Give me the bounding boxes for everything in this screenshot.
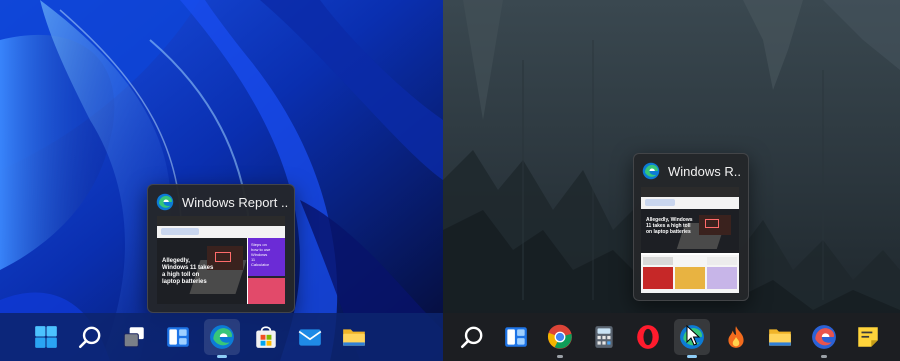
sticky-notes-button[interactable] — [850, 319, 886, 355]
edge-icon — [642, 162, 660, 180]
edge-beta-button[interactable] — [806, 319, 842, 358]
chrome-icon — [547, 324, 572, 349]
file-explorer-button[interactable] — [336, 319, 372, 355]
running-indicator — [821, 355, 827, 358]
widgets-button[interactable] — [498, 319, 534, 355]
file-explorer-button[interactable] — [762, 319, 798, 355]
edge-icon — [210, 325, 234, 349]
edge-icon — [156, 193, 174, 211]
hero-image: Allegedly, Windows 11 takes a high toll … — [157, 238, 247, 304]
site-logo — [645, 199, 675, 206]
hero-headline: Allegedly, Windows 11 takes a high toll … — [646, 217, 693, 235]
widgets-icon — [167, 327, 189, 347]
hero-headline: Allegedly, Windows 11 takes a high toll … — [162, 258, 214, 285]
right-desktop: Windows R... Allegedly, Windows 11 takes… — [443, 0, 900, 361]
site-logo — [161, 228, 199, 235]
sticky-notes-icon — [858, 327, 878, 347]
related-articles — [641, 255, 739, 293]
microsoft-store-button[interactable] — [248, 319, 284, 355]
task-view-icon — [123, 327, 144, 348]
widgets-icon — [505, 327, 527, 347]
calculator-icon — [595, 326, 613, 348]
edge-window-thumbnail[interactable]: Windows R... Allegedly, Windows 11 takes… — [633, 153, 749, 301]
running-indicator — [217, 355, 227, 358]
opera-button[interactable] — [630, 319, 666, 355]
search-button[interactable] — [454, 319, 490, 355]
edge-taskbar-button[interactable] — [204, 319, 240, 358]
thumbnail-header: Windows R... — [642, 160, 742, 182]
microsoft-store-icon — [256, 326, 276, 348]
hero-image: Allegedly, Windows 11 takes a high toll … — [641, 209, 739, 253]
widgets-button[interactable] — [160, 319, 196, 355]
app-flame-icon — [728, 326, 744, 348]
running-indicator — [557, 355, 563, 358]
side-article: Steps on how to use Windows 11 Calculato… — [248, 238, 285, 304]
chrome-button[interactable] — [542, 319, 578, 358]
edge-beta-icon — [812, 325, 836, 349]
search-button[interactable] — [72, 319, 108, 355]
thumbnail-title: Windows Report ... — [182, 194, 288, 210]
site-header — [157, 226, 285, 238]
browser-tab-bar — [641, 187, 739, 197]
browser-tab-bar — [157, 216, 285, 226]
thumbnail-header: Windows Report ... — [156, 191, 288, 213]
taskbar — [0, 313, 443, 361]
page-preview: Allegedly, Windows 11 takes a high toll … — [157, 216, 285, 304]
mail-icon — [298, 329, 322, 346]
calculator-button[interactable] — [586, 319, 622, 355]
left-desktop: Windows Report ... Allegedly, Windows 11… — [0, 0, 443, 361]
search-icon — [78, 326, 101, 349]
flame-app-button[interactable] — [718, 319, 754, 355]
mouse-cursor — [686, 325, 700, 346]
file-explorer-icon — [769, 329, 791, 346]
side-article-text: Steps on how to use Windows 11 Calculato… — [251, 242, 271, 267]
opera-icon — [637, 325, 659, 349]
site-header — [641, 197, 739, 209]
file-explorer-icon — [343, 329, 365, 346]
task-view-button[interactable] — [116, 319, 152, 355]
search-icon — [460, 326, 483, 349]
start-button[interactable] — [28, 319, 64, 355]
page-preview: Allegedly, Windows 11 takes a high toll … — [641, 187, 739, 293]
mail-button[interactable] — [292, 319, 328, 355]
edge-window-thumbnail[interactable]: Windows Report ... Allegedly, Windows 11… — [147, 184, 295, 313]
running-indicator — [687, 355, 697, 358]
taskbar — [443, 313, 900, 361]
start-icon — [35, 326, 57, 348]
thumbnail-title: Windows R... — [668, 163, 742, 179]
